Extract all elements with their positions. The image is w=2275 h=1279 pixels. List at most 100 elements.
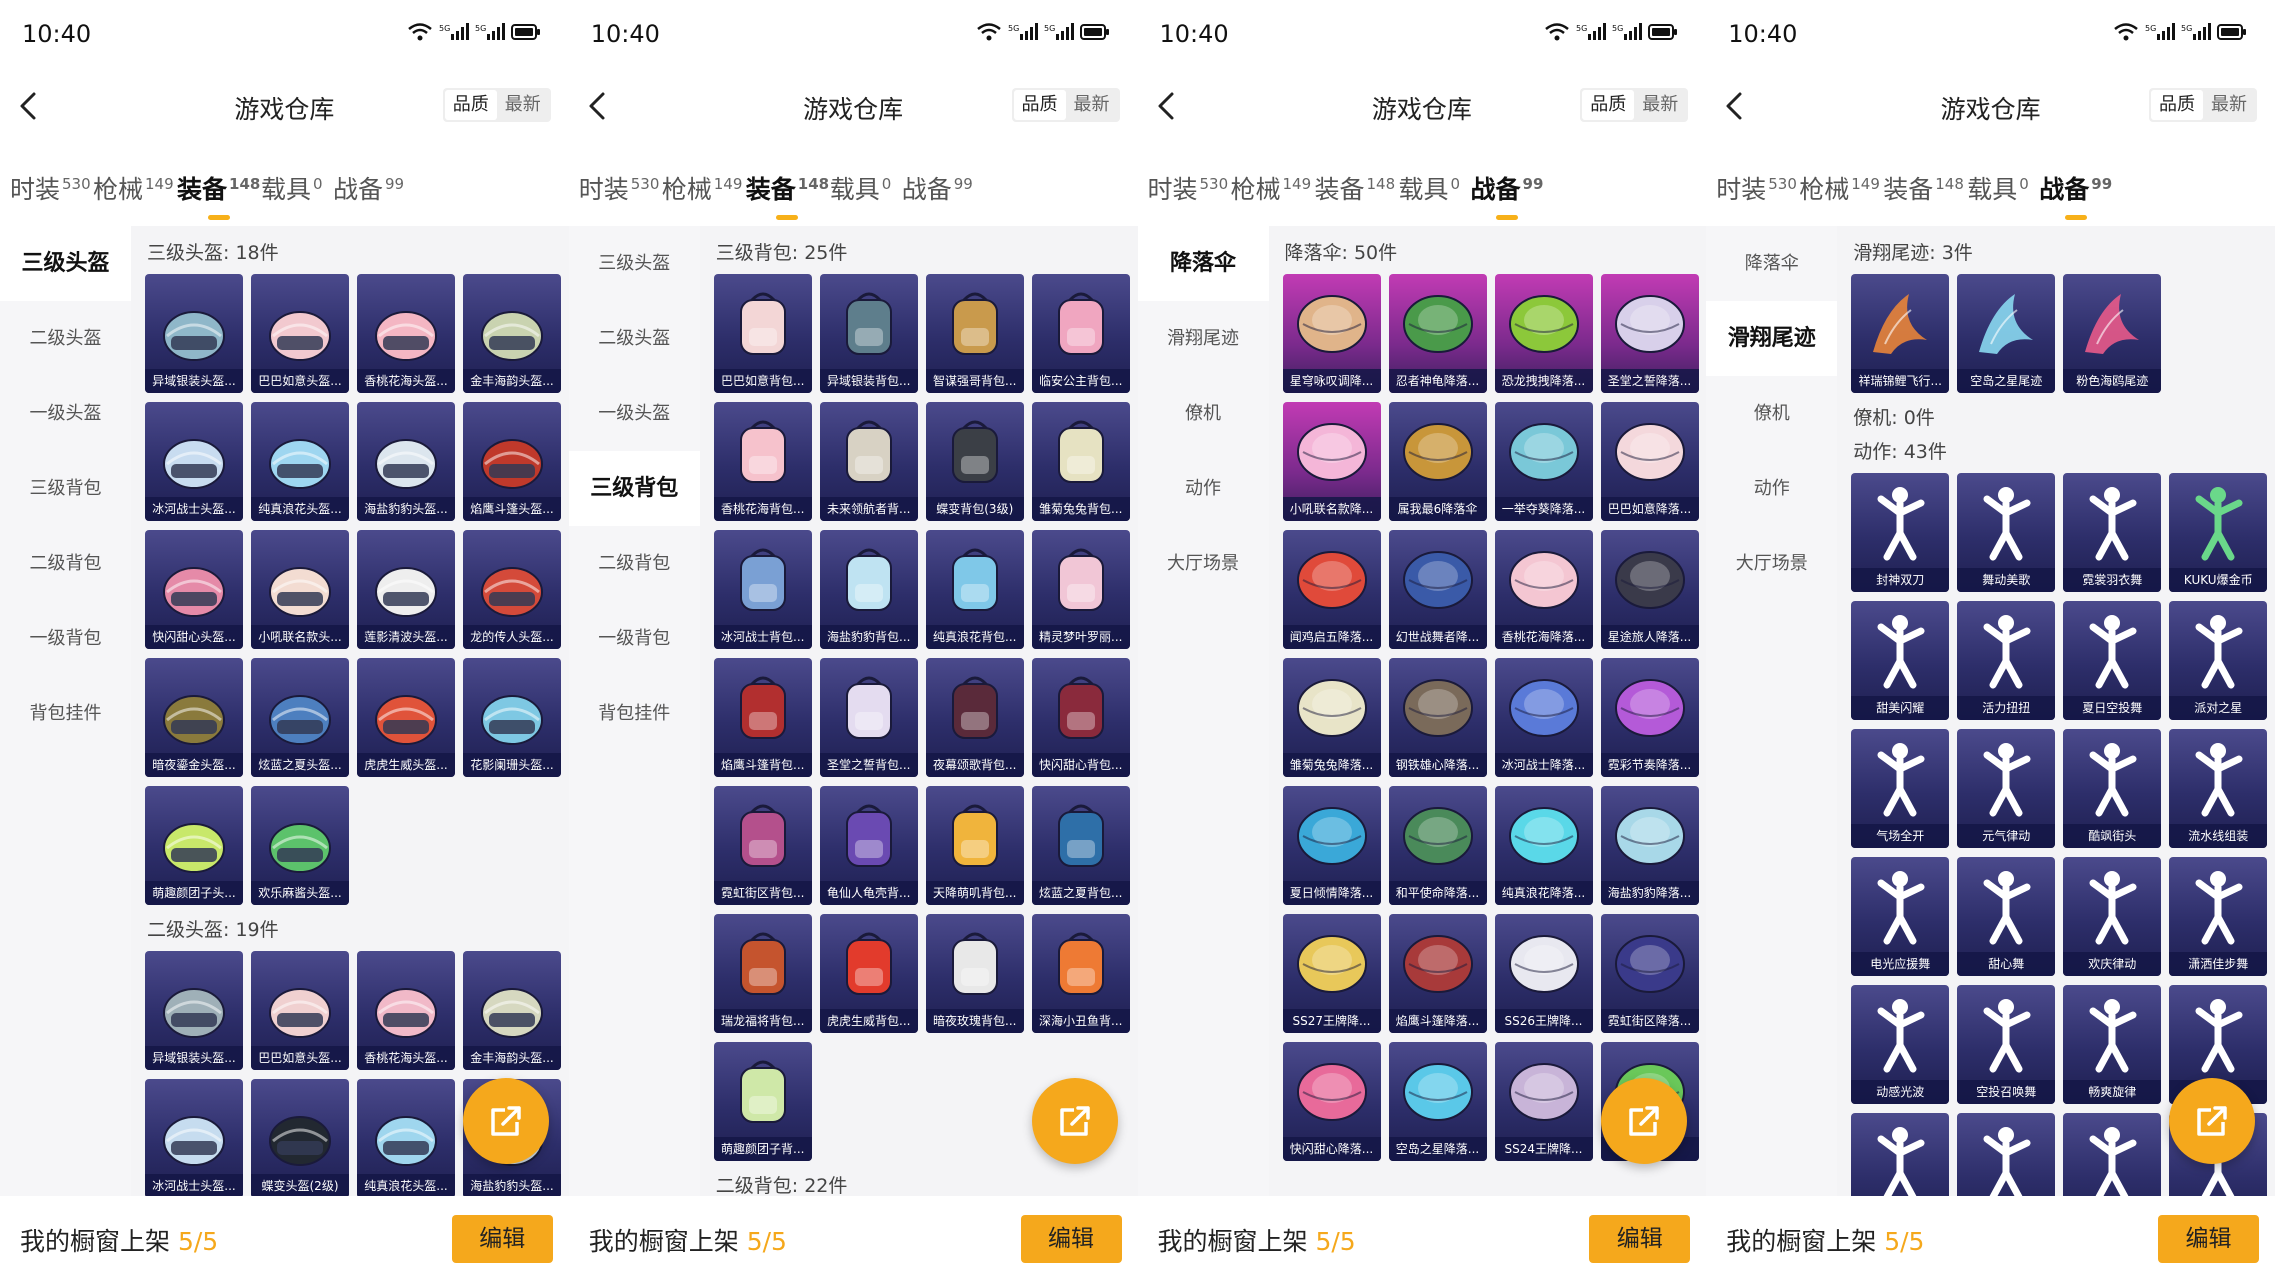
item-tile[interactable]: 精灵梦叶罗丽... (1031, 530, 1130, 649)
item-tile[interactable]: 金丰海韵头盔... (463, 951, 561, 1070)
sidebar-item[interactable]: 大厅场景 (1138, 526, 1269, 601)
item-tile[interactable]: 深海小丑鱼背... (1031, 914, 1130, 1033)
category-tab[interactable]: 装备 148 (746, 170, 829, 206)
item-tile[interactable]: 空岛之星降落... (1388, 1042, 1487, 1161)
item-tile[interactable]: 香桃花海背包... (713, 402, 812, 521)
item-tile[interactable]: 暗夜玫瑰背包... (925, 914, 1024, 1033)
share-button[interactable] (2169, 1078, 2256, 1164)
item-tile[interactable]: 焰鹰斗篷降落... (1388, 914, 1487, 1033)
sort-quality-button[interactable]: 品质 (444, 90, 497, 120)
item-tile[interactable]: 智谋强哥背包... (925, 274, 1024, 393)
sidebar-item[interactable]: 一级背包 (569, 601, 700, 676)
item-tile[interactable]: 快闪甜心头盔... (145, 530, 243, 649)
item-tile[interactable]: 忍者神龟降落... (1388, 274, 1487, 393)
item-tile[interactable]: 冰河战士背包... (713, 530, 812, 649)
item-tile[interactable]: 冰河战士降落... (1494, 658, 1593, 777)
item-tile[interactable]: 巴巴如意头盔... (251, 274, 349, 393)
share-button[interactable] (463, 1078, 549, 1164)
item-tile[interactable]: 快闪甜心降落... (1282, 1042, 1381, 1161)
sidebar-item[interactable]: 三级背包 (568, 451, 700, 526)
item-tile[interactable]: 巴巴如意降落... (1600, 402, 1699, 521)
item-tile[interactable]: 临安公主背包... (1031, 274, 1130, 393)
item-tile[interactable]: 祥瑞锦鲤飞行... (1851, 274, 1950, 393)
item-tile[interactable]: 冰河战士头盔... (145, 1079, 243, 1196)
item-tile[interactable]: 霓虹街区降落... (1600, 914, 1699, 1033)
item-tile[interactable]: 酷飒街头 (2063, 729, 2162, 848)
item-tile[interactable]: 恐龙拽拽降落... (1494, 274, 1593, 393)
item-tile[interactable]: 龟仙人龟壳背... (819, 786, 918, 905)
sidebar-item[interactable]: 一级头盔 (0, 376, 131, 451)
item-list[interactable]: 三级背包: 25件 巴巴如意背包... 异域银装背包... 智谋强哥背包... … (699, 226, 1138, 1196)
item-tile[interactable]: 异域银装头盔... (145, 274, 243, 393)
item-tile[interactable]: 雏菊兔兔背包... (1031, 402, 1130, 521)
category-tab[interactable]: 载具 0 (261, 170, 323, 206)
item-list[interactable]: 三级头盔: 18件 异域银装头盔... 巴巴如意头盔... 香桃花海头盔... … (131, 226, 569, 1196)
sort-quality-button[interactable]: 品质 (2151, 90, 2203, 120)
item-tile[interactable]: 焰鹰斗篷头盔... (463, 402, 561, 521)
item-tile[interactable]: 流水线组装 (2169, 729, 2268, 848)
sort-latest-button[interactable]: 最新 (497, 90, 549, 120)
edit-button[interactable]: 编辑 (2158, 1215, 2259, 1263)
item-tile[interactable]: 未来领航者背... (819, 402, 918, 521)
sidebar-item[interactable]: 二级背包 (0, 526, 131, 601)
share-button[interactable] (1031, 1078, 1118, 1164)
sidebar-item[interactable]: 大厅场景 (1706, 526, 1837, 601)
item-tile[interactable] (2063, 1113, 2162, 1196)
category-tab[interactable]: 装备 148 (177, 170, 260, 206)
item-tile[interactable]: 萌趣颜团子背... (713, 1042, 812, 1161)
item-tile[interactable]: 虎虎生威背包... (819, 914, 918, 1033)
item-tile[interactable]: 派对之星 (2169, 601, 2268, 720)
item-tile[interactable]: 金丰海韵头盔... (463, 274, 561, 393)
item-tile[interactable]: 纯真浪花头盔... (251, 402, 349, 521)
item-tile[interactable]: 雏菊兔兔降落... (1282, 658, 1381, 777)
item-tile[interactable]: 快闪甜心背包... (1031, 658, 1130, 777)
item-tile[interactable]: 蝶变背包(3级) (925, 402, 1024, 521)
category-tab[interactable]: 枪械 149 (662, 170, 743, 206)
item-tile[interactable]: 幻世战舞者降... (1388, 530, 1487, 649)
item-tile[interactable]: 钢铁雄心降落... (1388, 658, 1487, 777)
category-tab[interactable]: 载具 0 (830, 170, 892, 206)
item-tile[interactable]: 天降萌叽背包... (925, 786, 1024, 905)
item-tile[interactable]: 蝶变头盔(2级) (251, 1079, 349, 1196)
item-tile[interactable]: 纯真浪花头盔... (357, 1079, 455, 1196)
item-tile[interactable] (1851, 1113, 1950, 1196)
sidebar-item[interactable]: 动作 (1706, 451, 1837, 526)
category-tab[interactable]: 战备 99 (2039, 170, 2112, 206)
item-tile[interactable]: 巴巴如意背包... (713, 274, 812, 393)
sidebar-item[interactable]: 降落伞 (1706, 226, 1837, 301)
item-tile[interactable]: 夏日倾情降落... (1282, 786, 1381, 905)
item-tile[interactable]: 霓虹街区背包... (713, 786, 812, 905)
sidebar-item[interactable]: 僚机 (1706, 376, 1837, 451)
sidebar-item[interactable]: 二级头盔 (0, 301, 131, 376)
item-tile[interactable]: 香桃花海降落... (1494, 530, 1593, 649)
item-tile[interactable]: 龙的传人头盔... (463, 530, 561, 649)
category-tab[interactable]: 装备 148 (1883, 170, 1964, 206)
item-tile[interactable]: 元气律动 (1957, 729, 2056, 848)
sidebar-item[interactable]: 降落伞 (1137, 226, 1269, 301)
edit-button[interactable]: 编辑 (1020, 1215, 1122, 1263)
sidebar-item[interactable]: 滑翔尾迹 (1706, 301, 1838, 376)
item-tile[interactable]: 异域银装头盔... (145, 951, 243, 1070)
item-tile[interactable]: 圣堂之誓降落... (1600, 274, 1699, 393)
category-tab[interactable]: 时装 530 (10, 170, 91, 206)
item-tile[interactable]: 炫蓝之夏头盔... (251, 658, 349, 777)
item-tile[interactable]: 霓裳羽衣舞 (2063, 473, 2162, 592)
sidebar-item[interactable]: 二级头盔 (569, 301, 700, 376)
item-tile[interactable]: 空岛之星尾迹 (1957, 274, 2056, 393)
item-tile[interactable]: 动感光波 (1851, 985, 1950, 1104)
item-tile[interactable]: 欢乐麻酱头盔... (251, 786, 349, 905)
item-tile[interactable]: 夜幕颂歌背包... (925, 658, 1024, 777)
item-list[interactable]: 滑翔尾迹: 3件 祥瑞锦鲤飞行... 空岛之星尾迹 粉色海鸥尾迹 僚机: 0件 动作… (1837, 226, 2275, 1196)
category-tab[interactable]: 枪械 149 (1799, 170, 1880, 206)
item-tile[interactable]: 霓彩节奏降落... (1600, 658, 1699, 777)
item-tile[interactable] (1957, 1113, 2056, 1196)
category-tab[interactable]: 载具 0 (1399, 170, 1461, 206)
sidebar-item[interactable]: 三级背包 (0, 451, 131, 526)
item-tile[interactable]: 闻鸡启五降落... (1282, 530, 1381, 649)
item-tile[interactable]: 圣堂之誓背包... (819, 658, 918, 777)
item-tile[interactable]: 小吼联名款降... (1282, 402, 1381, 521)
edit-button[interactable]: 编辑 (451, 1215, 553, 1263)
item-tile[interactable]: 封神双刀 (1851, 473, 1950, 592)
sort-latest-button[interactable]: 最新 (2203, 90, 2255, 120)
item-tile[interactable]: 甜美闪耀 (1851, 601, 1950, 720)
